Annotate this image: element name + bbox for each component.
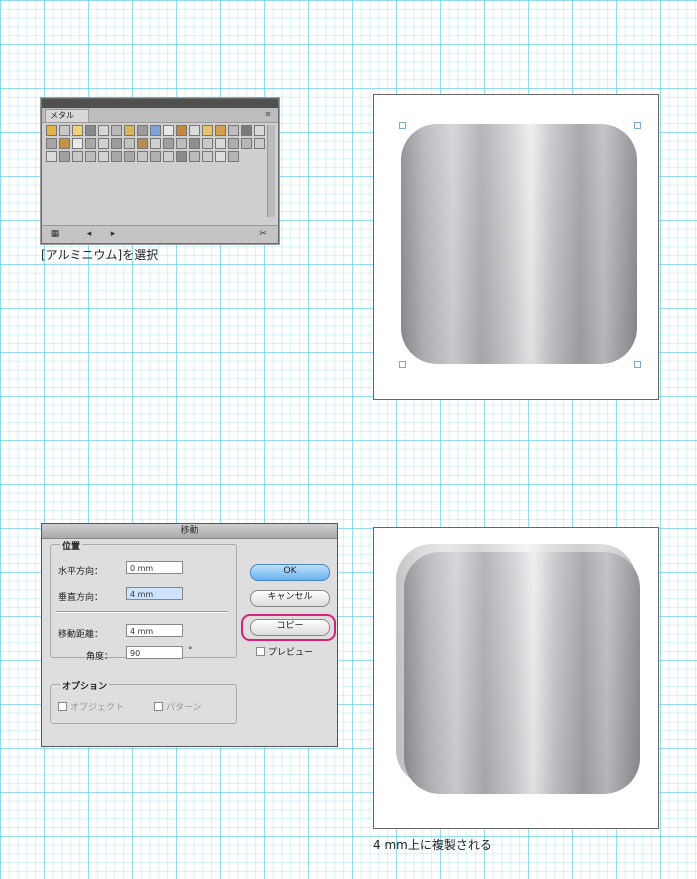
swatch[interactable]: [72, 125, 83, 136]
option-pattern-label: パターン: [166, 703, 202, 713]
aluminum-rounded-rect[interactable]: [401, 124, 637, 364]
swatch[interactable]: [228, 125, 239, 136]
swatch[interactable]: [124, 125, 135, 136]
option-object-checkbox[interactable]: オブジェクト: [58, 700, 124, 713]
swatch-library-panel: メタル ≡ ▦ ◂ ▸ ✂: [41, 98, 279, 244]
swatch[interactable]: [98, 138, 109, 149]
swatch[interactable]: [137, 138, 148, 149]
swatch[interactable]: [111, 125, 122, 136]
distance-input[interactable]: 4 mm: [126, 624, 183, 637]
tool-icon[interactable]: ✂: [256, 229, 270, 240]
next-icon[interactable]: ▸: [106, 229, 120, 240]
dialog-title: 移動: [42, 524, 337, 539]
aluminum-rounded-rect-copy[interactable]: [404, 552, 640, 794]
position-group-label: 位置: [60, 539, 83, 552]
vertical-input[interactable]: 4 mm: [126, 587, 183, 600]
option-object-label: オブジェクト: [70, 703, 125, 713]
panel-bottom-bar: ▦ ◂ ▸ ✂: [42, 225, 278, 243]
swatch[interactable]: [59, 151, 70, 162]
angle-input[interactable]: 90: [126, 646, 183, 659]
preview-checkbox[interactable]: プレビュー: [256, 645, 313, 658]
swatch[interactable]: [228, 138, 239, 149]
swatch[interactable]: [46, 125, 57, 136]
horizontal-label: 水平方向：: [58, 567, 104, 577]
swatch[interactable]: [150, 151, 161, 162]
swatch[interactable]: [215, 125, 226, 136]
swatch[interactable]: [85, 125, 96, 136]
swatch[interactable]: [137, 125, 148, 136]
swatch[interactable]: [46, 138, 57, 149]
tab-metal[interactable]: メタル: [45, 109, 89, 122]
swatch[interactable]: [215, 138, 226, 149]
horizontal-input[interactable]: 0 mm: [126, 561, 183, 574]
selection-handle[interactable]: [399, 122, 406, 129]
swatch[interactable]: [228, 151, 239, 162]
swatch[interactable]: [215, 151, 226, 162]
vertical-label: 垂直方向：: [58, 593, 104, 603]
swatch[interactable]: [85, 138, 96, 149]
swatch[interactable]: [254, 138, 265, 149]
divider: [56, 611, 228, 613]
swatch[interactable]: [176, 138, 187, 149]
selection-handle[interactable]: [634, 361, 641, 368]
swatch[interactable]: [124, 138, 135, 149]
swatch[interactable]: [98, 125, 109, 136]
swatch[interactable]: [137, 151, 148, 162]
swatch[interactable]: [111, 138, 122, 149]
caption-duplicated: 4 mm上に複製される: [373, 838, 492, 852]
swatch[interactable]: [254, 125, 265, 136]
swatch[interactable]: [72, 151, 83, 162]
swatch[interactable]: [163, 125, 174, 136]
distance-label: 移動距離：: [58, 630, 104, 640]
swatch[interactable]: [189, 125, 200, 136]
checkbox-icon: [58, 702, 67, 711]
swatch[interactable]: [150, 125, 161, 136]
swatch[interactable]: [59, 138, 70, 149]
angle-label: 角度：: [86, 652, 114, 662]
selection-handle[interactable]: [634, 122, 641, 129]
swatch[interactable]: [241, 125, 252, 136]
angle-unit: °: [188, 646, 193, 656]
checkbox-icon: [256, 647, 265, 656]
preview-original: [373, 94, 659, 400]
selection-handle[interactable]: [399, 361, 406, 368]
swatch[interactable]: [111, 151, 122, 162]
checkbox-icon: [154, 702, 163, 711]
swatch[interactable]: [150, 138, 161, 149]
swatch[interactable]: [176, 151, 187, 162]
swatch[interactable]: [202, 151, 213, 162]
swatch[interactable]: [189, 138, 200, 149]
panel-menu-icon[interactable]: ≡: [262, 110, 274, 119]
swatch[interactable]: [176, 125, 187, 136]
option-pattern-checkbox[interactable]: パターン: [154, 700, 202, 713]
caption-select-aluminum: [アルミニウム]を選択: [41, 248, 159, 262]
swatch[interactable]: [124, 151, 135, 162]
swatch[interactable]: [72, 138, 83, 149]
swatch[interactable]: [189, 151, 200, 162]
swatch[interactable]: [98, 151, 109, 162]
panel-scrollbar[interactable]: [267, 125, 275, 217]
library-icon[interactable]: ▦: [48, 229, 62, 240]
swatch-grid: [46, 125, 266, 162]
swatch[interactable]: [163, 151, 174, 162]
panel-titlebar[interactable]: [42, 99, 278, 108]
options-group-label: オプション: [60, 679, 110, 692]
swatch[interactable]: [202, 138, 213, 149]
swatch[interactable]: [202, 125, 213, 136]
swatch[interactable]: [163, 138, 174, 149]
ok-button[interactable]: OK: [250, 564, 330, 581]
swatch[interactable]: [241, 138, 252, 149]
preview-label: プレビュー: [268, 648, 314, 658]
swatch[interactable]: [59, 125, 70, 136]
swatch[interactable]: [46, 151, 57, 162]
copy-button-highlight: [241, 614, 336, 641]
swatch[interactable]: [85, 151, 96, 162]
prev-icon[interactable]: ◂: [82, 229, 96, 240]
cancel-button[interactable]: キャンセル: [250, 590, 330, 607]
preview-duplicated: [373, 527, 659, 829]
panel-tab-row: メタル ≡: [42, 108, 278, 123]
